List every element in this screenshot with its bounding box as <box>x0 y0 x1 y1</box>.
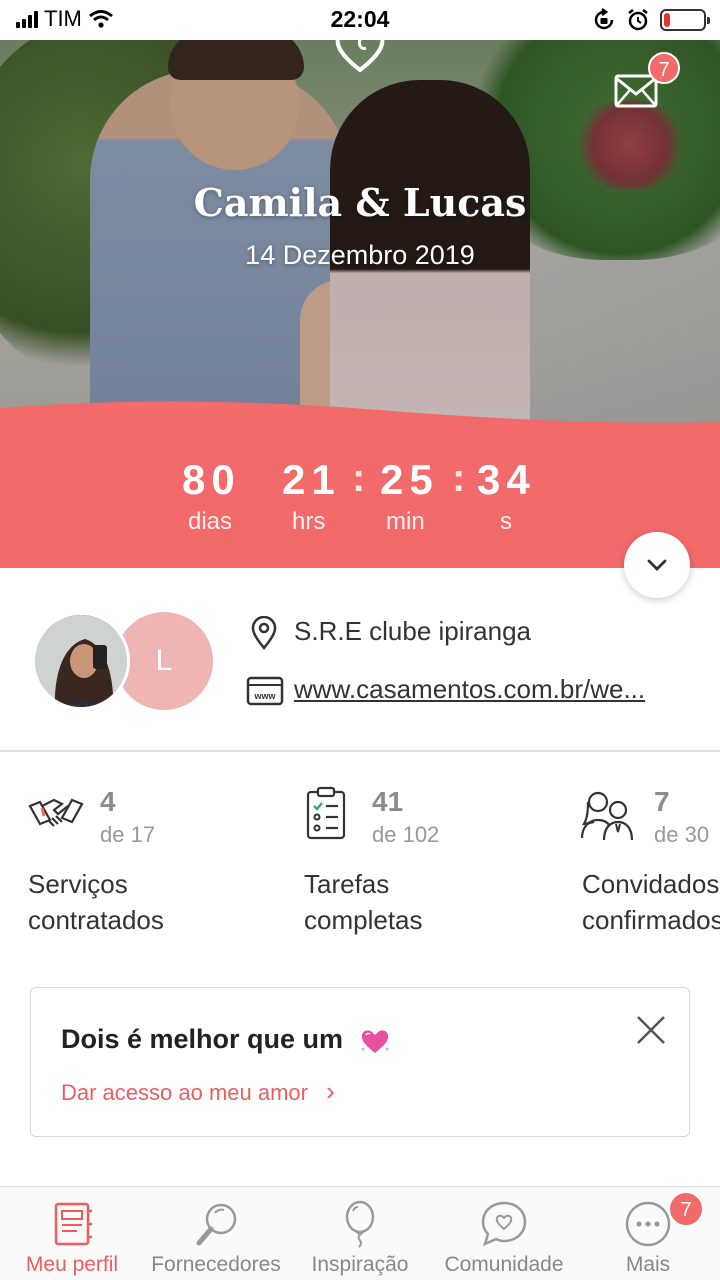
countdown: 80 dias 21 hrs : 25 min : 34 s <box>0 456 720 556</box>
venue-location: S.R.E clube ipiranga <box>294 616 532 646</box>
stat-services-total: de 17 <box>100 822 156 847</box>
nav-label: Comunidade <box>444 1253 564 1276</box>
stat-tasks-total: de 102 <box>372 822 440 847</box>
countdown-separator: : <box>352 456 366 500</box>
messages-icon[interactable] <box>614 74 658 108</box>
invite-card-title: Dois é melhor que um <box>61 1024 344 1054</box>
stat-services-value: 4 <box>100 786 116 817</box>
invite-card-title-row: Dois é melhor que um <box>61 1024 391 1055</box>
stat-services-label-line2: contratados <box>28 905 164 935</box>
guests-icon <box>580 791 634 841</box>
stat-guests-label: Convidados confirmados <box>582 866 720 938</box>
stat-guests-total: de 30 <box>654 822 710 847</box>
nav-label: Inspiração <box>311 1253 409 1276</box>
close-icon[interactable] <box>635 1014 667 1046</box>
nav-item-inspiracao[interactable]: Inspiração <box>288 1187 432 1280</box>
divider <box>0 750 720 752</box>
svg-text:www: www <box>253 691 276 701</box>
stat-services-label: Serviços contratados <box>28 866 164 938</box>
website-icon: www <box>246 676 284 706</box>
countdown-hours-value: 21 <box>282 456 341 503</box>
chevron-down-icon <box>647 559 667 571</box>
nav-label: Fornecedores <box>151 1253 281 1276</box>
messages-badge: 7 <box>648 52 680 84</box>
wedding-date: 14 Dezembro 2019 <box>245 240 475 270</box>
stat-guests-value: 7 <box>654 786 670 817</box>
countdown-separator: : <box>452 456 466 500</box>
checklist-icon <box>306 786 346 840</box>
user-avatar-photo <box>35 615 127 707</box>
nav-item-fornecedores[interactable]: Fornecedores <box>144 1187 288 1280</box>
couple-name: Camila & Lucas <box>193 180 527 225</box>
notebook-icon <box>54 1202 92 1246</box>
chevron-right-icon: › <box>326 1076 335 1106</box>
status-bar-right <box>592 8 710 32</box>
battery-level <box>664 13 670 27</box>
magnifier-icon <box>196 1203 237 1246</box>
more-badge: 7 <box>668 1191 704 1227</box>
bottom-navigation: Meu perfil Fornecedores Inspiração Comun… <box>0 1186 720 1280</box>
nav-label: Mais <box>625 1253 671 1276</box>
chat-heart-icon <box>481 1201 527 1247</box>
stat-services-label-line1: Serviços <box>28 869 128 899</box>
more-icon <box>625 1201 671 1247</box>
give-access-link-label: Dar acesso ao meu amor <box>61 1080 308 1105</box>
countdown-days-value: 80 <box>182 456 241 503</box>
nav-item-meu-perfil[interactable]: Meu perfil <box>0 1187 144 1280</box>
invite-partner-card: Dois é melhor que um Dar acesso ao meu a… <box>30 987 690 1137</box>
nav-label: Meu perfil <box>25 1253 119 1276</box>
location-pin-icon <box>251 616 277 650</box>
countdown-hours-label: hrs <box>292 508 326 535</box>
wedding-website-link[interactable]: www.casamentos.com.br/we... <box>294 674 645 705</box>
countdown-minutes-value: 25 <box>380 456 439 503</box>
countdown-days-label: dias <box>188 508 233 535</box>
balloon-icon <box>345 1200 375 1248</box>
stat-guests-label-line2: confirmados <box>582 905 720 935</box>
stat-tasks-label-line1: Tarefas <box>304 869 390 899</box>
expand-button[interactable] <box>624 532 690 598</box>
countdown-seconds-label: s <box>500 508 512 535</box>
handshake-icon <box>28 798 84 827</box>
sparkling-heart-icon <box>361 1030 389 1053</box>
nav-item-comunidade[interactable]: Comunidade <box>432 1187 576 1280</box>
heart-logo-icon <box>335 27 385 73</box>
stat-tasks-value: 41 <box>372 786 404 817</box>
stat-tasks-label: Tarefas completas <box>304 866 423 938</box>
alarm-icon <box>628 9 648 31</box>
battery-icon <box>660 9 710 31</box>
user-avatar[interactable] <box>32 612 130 710</box>
stat-tasks-label-line2: completas <box>304 905 423 935</box>
stat-guests[interactable]: 7 de 30 Convidados confirmados <box>580 786 720 946</box>
give-access-link[interactable]: Dar acesso ao meu amor › <box>61 1076 335 1107</box>
rotation-lock-icon <box>594 8 614 30</box>
countdown-seconds-value: 34 <box>477 456 536 503</box>
stat-guests-label-line1: Convidados <box>582 869 720 899</box>
countdown-minutes-label: min <box>386 508 425 535</box>
